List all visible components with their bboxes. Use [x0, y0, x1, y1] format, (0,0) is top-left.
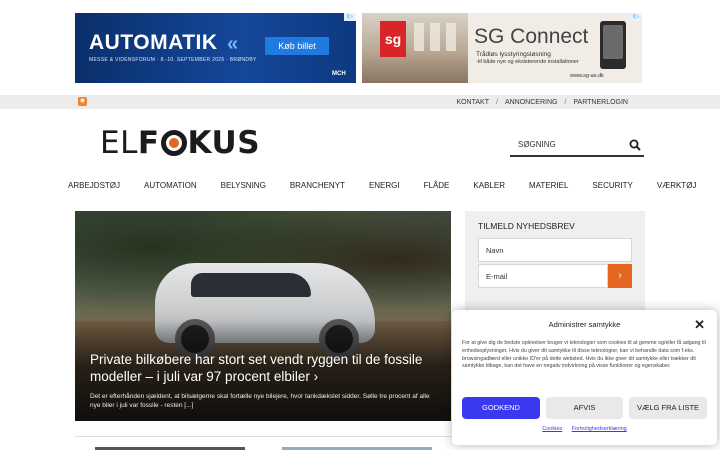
nav-item-materiel[interactable]: MATERIEL — [529, 181, 568, 190]
cookie-title: Administrer samtykke — [548, 320, 621, 329]
nav-separator — [459, 180, 464, 190]
logo-kus: KUS — [187, 125, 261, 161]
hero-article[interactable]: Private bilkøbere har stort set vendt ry… — [75, 211, 451, 421]
ad-sg-connect[interactable]: sg SG Connect Trådløs lysstyringsløsning… — [362, 13, 642, 83]
privacy-link[interactable]: Fortrolighedserklæring — [572, 426, 627, 432]
cookie-consent-dialog: Administrer samtykke ✕ For at give dig d… — [452, 310, 717, 445]
hero-excerpt-text: Det er efterhånden sjældent, at bilsælge… — [90, 393, 430, 409]
ad-choices-icon[interactable]: i▷ — [630, 13, 642, 21]
logo-el: EL — [100, 125, 138, 161]
newsletter-title: TILMELD NYHEDSBREV — [478, 221, 575, 231]
ad-automatik[interactable]: AUTOMATIK « MESSE & VIDENSFORUM · 8.-10.… — [75, 13, 356, 83]
search-box[interactable]: SØGNING — [510, 133, 644, 157]
office-photo — [362, 13, 468, 83]
sg-logo: sg — [380, 21, 406, 57]
contact-link[interactable]: KONTAKT — [456, 99, 489, 106]
nav-separator — [275, 180, 280, 190]
ad-sg-name: SG Connect — [474, 25, 589, 48]
ad-brand: MCH — [332, 71, 346, 77]
nav-separator — [130, 180, 134, 190]
preferences-button[interactable]: VÆLG FRA LISTE — [629, 397, 707, 419]
chevron-right-icon: › — [313, 369, 319, 384]
partner-login-link[interactable]: PARTNERLOGIN — [573, 99, 628, 106]
nav-item-arbejdstoej[interactable]: ARBEJDSTØJ — [68, 181, 120, 190]
chevrons-icon: « — [227, 33, 239, 55]
cookie-body: For at give dig de bedste oplevelser bru… — [462, 340, 706, 370]
newsletter-name-field[interactable]: Navn — [478, 238, 632, 262]
nav-item-kabler[interactable]: KABLER — [473, 181, 505, 190]
read-more-link[interactable]: [...] — [184, 402, 193, 409]
hero-headline[interactable]: Private bilkøbere har stort set vendt ry… — [90, 351, 440, 385]
search-input[interactable]: SØGNING — [518, 140, 556, 149]
site-logo[interactable]: EL F KUS — [100, 125, 261, 161]
newsletter-email-field[interactable]: E-mail — [478, 264, 608, 288]
nav-item-vaerktoej[interactable]: VÆRKTØJ — [657, 181, 697, 190]
hero-excerpt: Det er efterhånden sjældent, at bilsælge… — [90, 392, 440, 410]
logo-gear-icon — [160, 130, 187, 156]
accept-button[interactable]: GODKEND — [462, 397, 540, 419]
cookies-link[interactable]: Cookies — [542, 426, 562, 432]
buy-ticket-button[interactable]: Køb billet — [265, 37, 329, 55]
ad-sg-line2: -til både nye og eksisterende installati… — [476, 59, 579, 65]
ad-row: AUTOMATIK « MESSE & VIDENSFORUM · 8.-10.… — [75, 13, 642, 83]
advertising-link[interactable]: ANNONCERING — [505, 99, 558, 106]
deny-button[interactable]: AFVIS — [546, 397, 623, 419]
main-nav: ARBEJDSTØJ AUTOMATION BELYSNING BRANCHEN… — [68, 178, 696, 192]
close-icon[interactable]: ✕ — [694, 317, 705, 333]
cookie-links: Cookies Fortrolighedserklæring — [452, 426, 717, 432]
newsletter-submit-button[interactable]: › — [608, 264, 632, 288]
nav-separator — [515, 180, 519, 190]
nav-separator — [206, 180, 211, 190]
hero-headline-text: Private bilkøbere har stort set vendt ry… — [90, 352, 423, 384]
nav-item-security[interactable]: SECURITY — [592, 181, 632, 190]
nav-separator — [578, 180, 583, 190]
divider — [75, 436, 451, 437]
page: AUTOMATIK « MESSE & VIDENSFORUM · 8.-10.… — [0, 0, 720, 450]
separator: / — [495, 98, 498, 106]
nav-separator — [409, 180, 414, 190]
nav-item-branchenyt[interactable]: BRANCHENYT — [290, 181, 345, 190]
separator: / — [564, 98, 567, 106]
nav-item-belysning[interactable]: BELYSNING — [221, 181, 266, 190]
ad-sg-line1: Trådløs lysstyringsløsning — [476, 51, 551, 58]
phone-icon — [600, 21, 626, 69]
top-bar: ◉ KONTAKT / ANNONCERING / PARTNERLOGIN — [0, 95, 720, 109]
search-icon[interactable] — [629, 138, 641, 156]
nav-separator — [355, 180, 359, 190]
ad-automatik-title: AUTOMATIK — [89, 31, 218, 54]
rss-icon[interactable]: ◉ — [78, 97, 87, 106]
nav-item-energi[interactable]: ENERGI — [369, 181, 400, 190]
nav-item-flaade[interactable]: FLÅDE — [424, 181, 450, 190]
ad-choices-icon[interactable]: i▷ — [344, 13, 356, 21]
nav-separator — [643, 180, 647, 190]
top-links: KONTAKT / ANNONCERING / PARTNERLOGIN — [456, 95, 628, 109]
logo-f: F — [137, 125, 160, 161]
nav-item-automation[interactable]: AUTOMATION — [144, 181, 197, 190]
ad-automatik-subtitle: MESSE & VIDENSFORUM · 8.-10. SEPTEMBER 2… — [89, 57, 257, 63]
ad-sg-url: www.sg-as.dk — [570, 73, 604, 79]
